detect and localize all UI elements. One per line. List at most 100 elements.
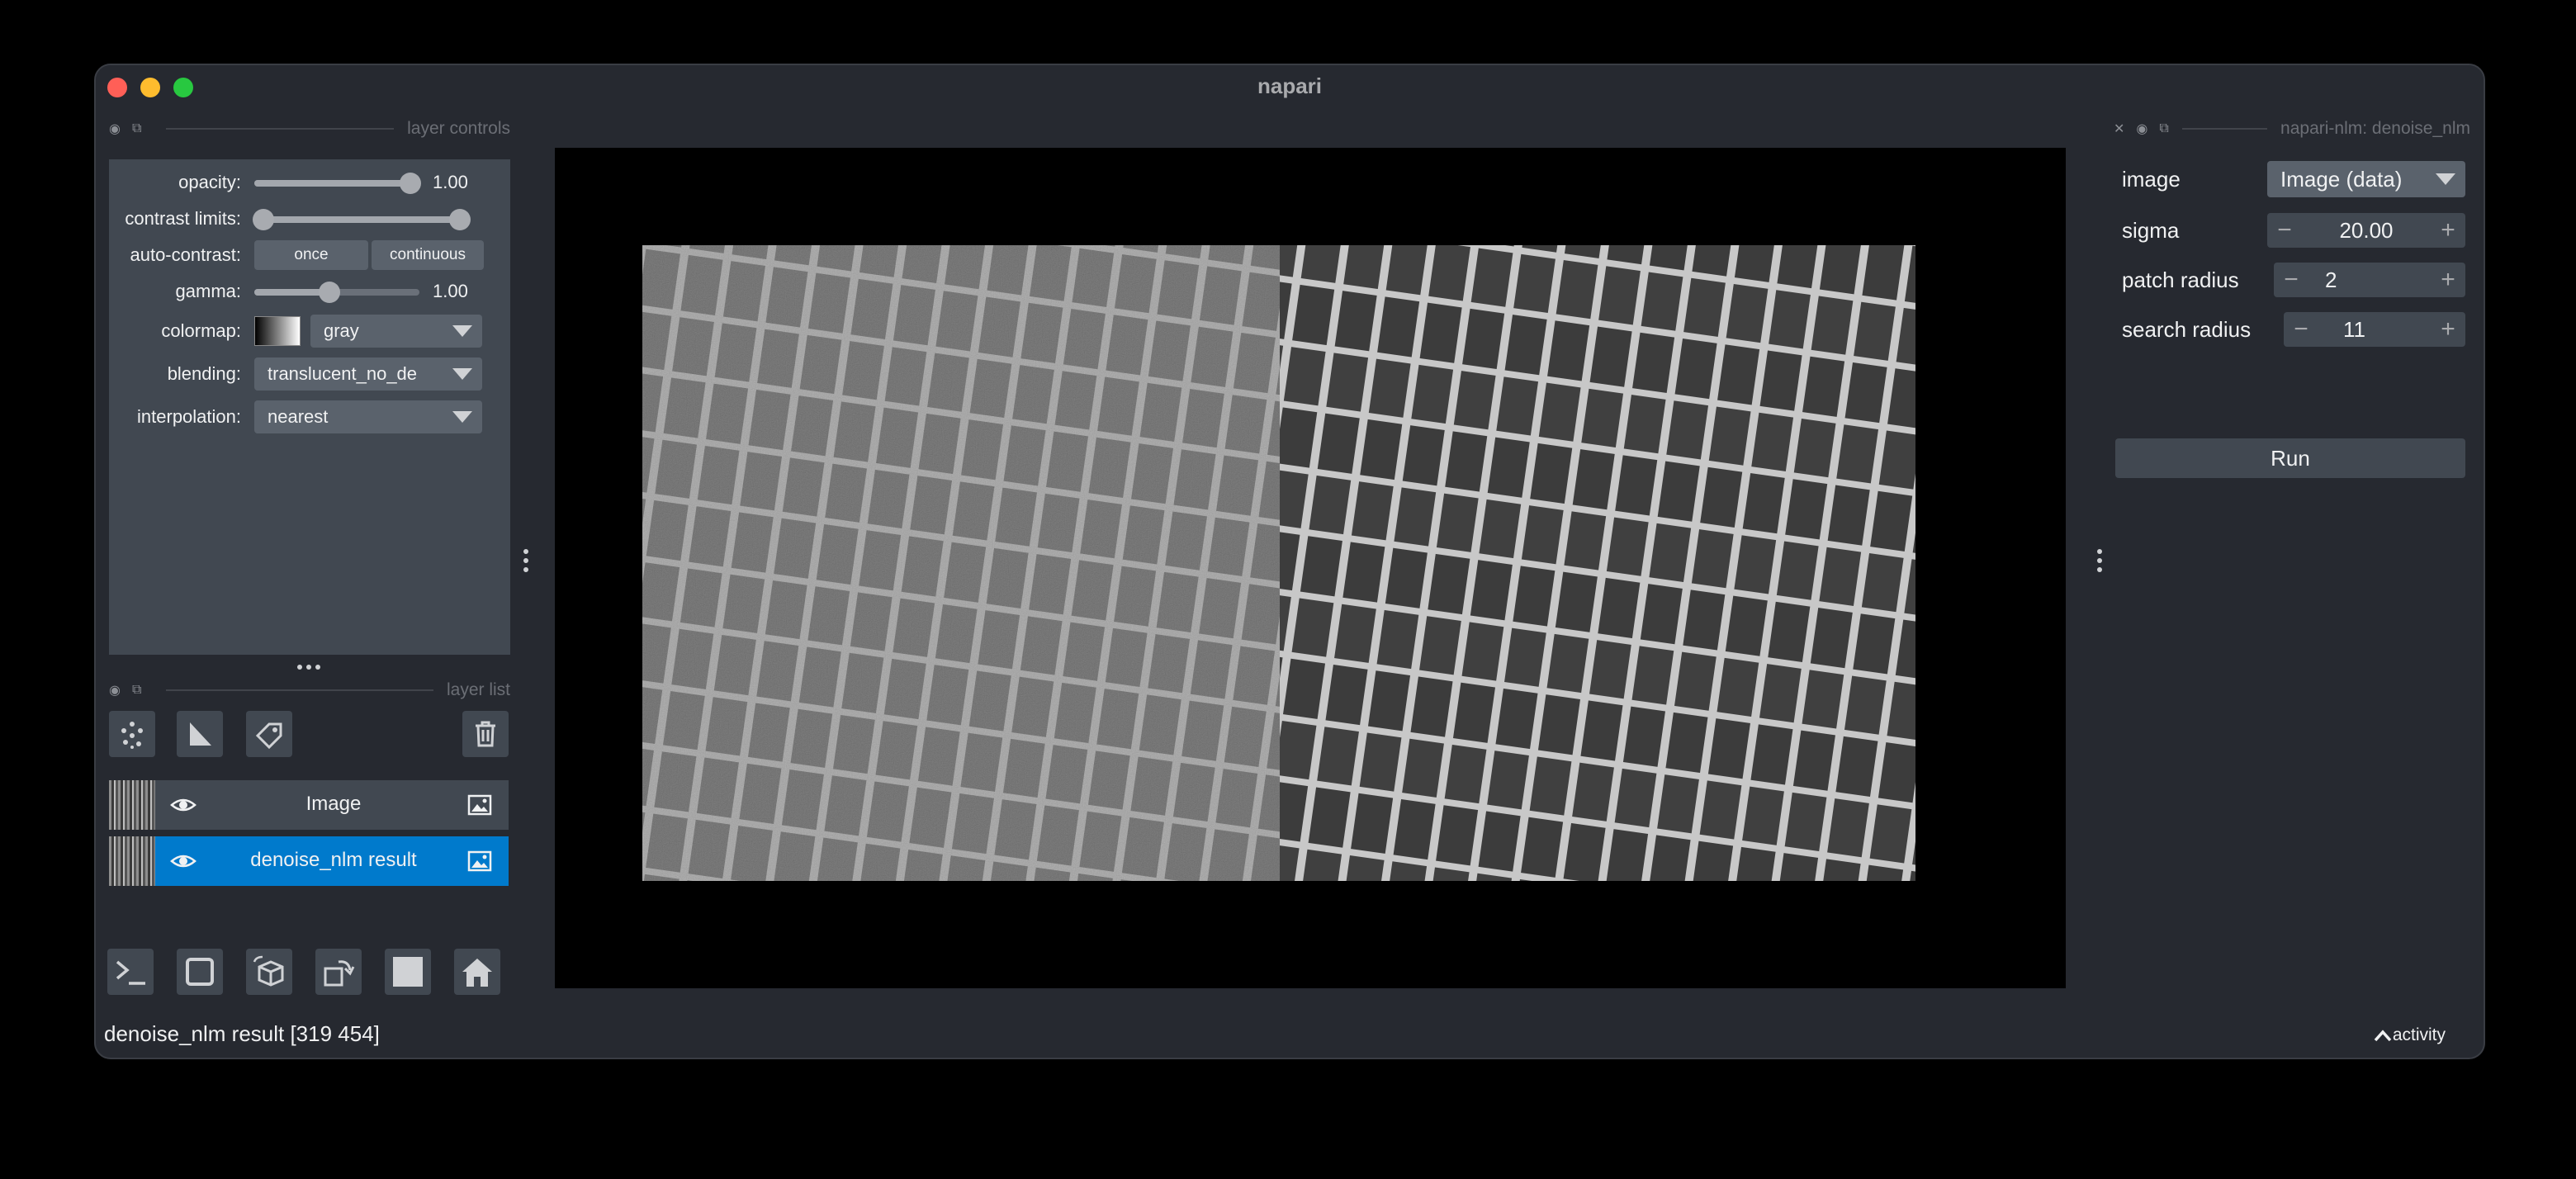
toggle-grid-button[interactable] <box>385 949 431 995</box>
image-param-dropdown[interactable]: Image (data) <box>2267 161 2465 197</box>
viewer-canvas[interactable] <box>555 148 2066 988</box>
colormap-row: colormap: gray <box>109 315 510 348</box>
colormap-dropdown[interactable]: gray <box>310 315 482 348</box>
shapes-icon <box>190 722 211 746</box>
eye-icon[interactable] <box>170 848 197 874</box>
search-radius-label: search radius <box>2122 316 2252 342</box>
auto-contrast-continuous-button[interactable]: continuous <box>372 240 484 270</box>
window-title: napari <box>1257 73 1323 98</box>
contrast-low-handle[interactable] <box>253 209 274 230</box>
minus-icon[interactable]: − <box>2267 214 2302 247</box>
plus-icon[interactable]: + <box>2431 263 2465 296</box>
chevron-down-icon <box>452 325 472 337</box>
activity-label: activity <box>2392 1025 2446 1044</box>
sigma-label: sigma <box>2122 217 2180 243</box>
transpose-dimensions-button[interactable] <box>315 949 362 995</box>
search-radius-row: search radius − 11 + <box>2115 310 2469 349</box>
undock-icon[interactable]: ⧉ <box>132 121 141 136</box>
status-text: denoise_nlm result [319 454] <box>104 1021 380 1046</box>
toggle-ndisplay-button[interactable] <box>177 949 223 995</box>
console-button[interactable] <box>107 949 154 995</box>
minus-icon[interactable]: − <box>2274 263 2308 296</box>
panel-splitter-handle[interactable] <box>297 665 320 670</box>
sigma-spinbox[interactable]: − 20.00 + <box>2267 213 2465 248</box>
blending-value: translucent_no_de <box>268 363 418 384</box>
undock-icon[interactable]: ⧉ <box>2159 121 2168 136</box>
layer-list-header: ◉ ⧉ layer list <box>109 678 510 703</box>
napari-window: napari ◉ ⧉ layer controls opacity: 1.00 … <box>94 64 2485 1059</box>
patch-radius-label: patch radius <box>2122 267 2239 292</box>
gamma-label: gamma: <box>175 281 241 301</box>
undock-icon[interactable]: ⧉ <box>132 683 141 698</box>
terminal-icon <box>116 960 145 985</box>
gamma-row: gamma: 1.00 <box>109 275 510 308</box>
plus-icon[interactable]: + <box>2431 313 2465 346</box>
patch-radius-spinbox[interactable]: − 2 + <box>2274 263 2465 297</box>
chevron-down-icon <box>452 368 472 380</box>
eye-icon[interactable] <box>170 792 197 818</box>
auto-contrast-row: auto-contrast: once continuous <box>109 239 510 272</box>
layer-row-image[interactable]: Image <box>109 780 509 830</box>
noisy-image <box>642 245 1280 881</box>
colormap-preview <box>254 316 301 346</box>
home-icon <box>462 959 492 987</box>
float-dock-icon[interactable]: ◉ <box>109 121 121 137</box>
layer-name: Image <box>305 793 362 815</box>
gamma-value: 1.00 <box>433 281 468 301</box>
rotate-icon <box>324 960 355 987</box>
new-points-layer-button[interactable] <box>109 711 155 757</box>
chevron-down-icon <box>2436 173 2455 185</box>
denoised-image <box>1280 245 1915 881</box>
reset-view-button[interactable] <box>454 949 500 995</box>
float-dock-icon[interactable]: ◉ <box>2136 121 2147 137</box>
right-dock-resize-handle[interactable] <box>2097 549 2102 576</box>
chevron-down-icon <box>452 411 472 423</box>
patch-radius-value[interactable]: 2 <box>2308 268 2431 293</box>
image-param-row: image Image (data) <box>2115 159 2469 199</box>
minus-icon[interactable]: − <box>2284 313 2318 346</box>
float-dock-icon[interactable]: ◉ <box>109 682 121 698</box>
contrast-limits-slider[interactable] <box>253 202 471 235</box>
run-button[interactable]: Run <box>2115 438 2465 478</box>
gamma-slider[interactable] <box>254 275 419 308</box>
search-radius-value[interactable]: 11 <box>2318 317 2431 343</box>
colormap-value: gray <box>324 320 359 341</box>
layer-row-denoise-result[interactable]: denoise_nlm result <box>109 836 509 886</box>
close-icon[interactable]: ✕ <box>2114 121 2124 137</box>
interpolation-row: interpolation: nearest <box>109 400 510 433</box>
chevron-up-icon <box>2374 1030 2392 1042</box>
opacity-slider[interactable] <box>254 166 421 199</box>
layer-controls-panel: opacity: 1.00 contrast limits: auto-cont… <box>109 159 510 655</box>
opacity-row: opacity: 1.00 <box>109 166 510 199</box>
image-layer-icon <box>467 794 492 816</box>
new-labels-layer-button[interactable] <box>246 711 292 757</box>
widget-dock-title: napari-nlm: denoise_nlm <box>2280 119 2470 138</box>
blending-row: blending: translucent_no_de <box>109 357 510 391</box>
contrast-limits-row: contrast limits: <box>109 202 510 235</box>
opacity-slider-handle[interactable] <box>400 173 421 194</box>
search-radius-spinbox[interactable]: − 11 + <box>2284 312 2465 347</box>
title-bar: napari <box>96 65 2484 108</box>
interpolation-label: interpolation: <box>137 406 241 427</box>
delete-layer-button[interactable] <box>462 711 509 757</box>
activity-button[interactable]: activity <box>2373 1025 2446 1045</box>
contrast-high-handle[interactable] <box>449 209 471 230</box>
opacity-label: opacity: <box>178 172 241 192</box>
interpolation-dropdown[interactable]: nearest <box>254 400 482 433</box>
left-dock-resize-handle[interactable] <box>523 549 528 576</box>
image-layer-icon <box>467 850 492 872</box>
widget-dock-header: ✕ ◉ ⧉ napari-nlm: denoise_nlm <box>2114 116 2470 141</box>
contrast-limits-label: contrast limits: <box>125 208 241 229</box>
opacity-value: 1.00 <box>433 172 468 192</box>
blending-dropdown[interactable]: translucent_no_de <box>254 357 482 391</box>
layer-controls-title: layer controls <box>407 119 510 138</box>
gamma-slider-handle[interactable] <box>319 282 340 303</box>
blending-label: blending: <box>167 363 241 384</box>
roll-dimensions-button[interactable] <box>246 949 292 995</box>
new-shapes-layer-button[interactable] <box>177 711 223 757</box>
plus-icon[interactable]: + <box>2431 214 2465 247</box>
sigma-value[interactable]: 20.00 <box>2302 218 2431 244</box>
layer-name: denoise_nlm result <box>250 849 417 871</box>
auto-contrast-once-button[interactable]: once <box>254 240 368 270</box>
tag-icon <box>255 722 282 750</box>
